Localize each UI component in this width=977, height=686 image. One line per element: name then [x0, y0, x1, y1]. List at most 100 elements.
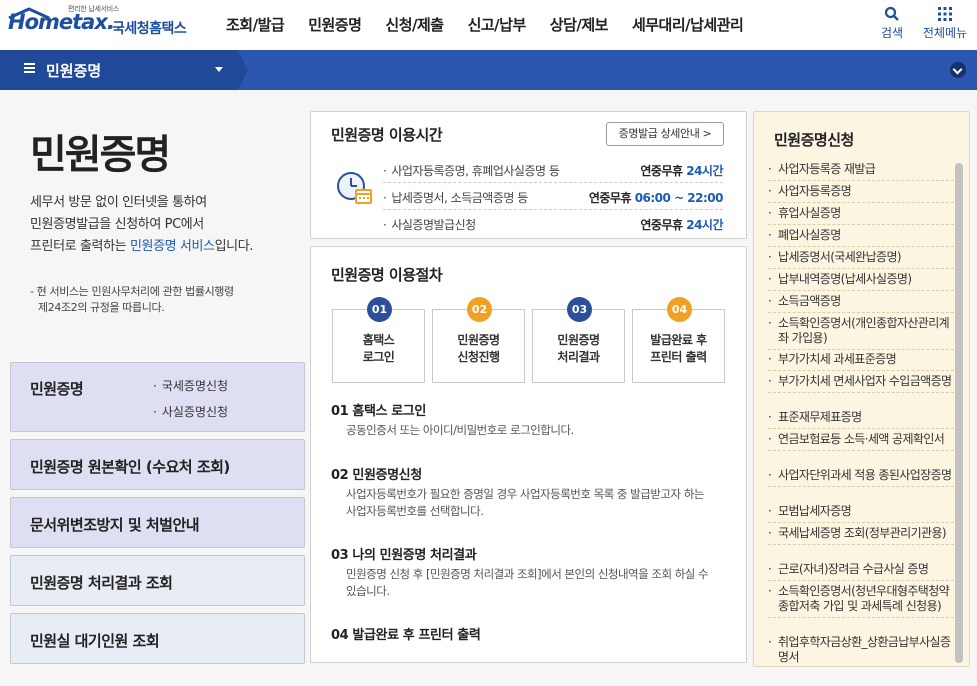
- gnb-item-agent[interactable]: 세무대리/납세관리: [620, 14, 755, 35]
- clock-calendar-icon: [337, 172, 372, 204]
- gnb-item-consult[interactable]: 상담/제보: [538, 14, 620, 35]
- step-label-line: 민원증명: [557, 333, 600, 347]
- procedure-step-description: 공동인증서 또는 아이디/비밀번호로 로그인합니다.: [346, 423, 574, 437]
- step-card: 01 홈택스로그인: [332, 297, 425, 383]
- list-item[interactable]: 사업자등록증 재발급: [768, 162, 954, 181]
- list-item[interactable]: 소득확인증명서(개인종합자산관리계좌 가입용): [768, 316, 954, 350]
- hours-title: 민원증명 이용시간: [331, 126, 443, 144]
- menu-box-original-check-label: 민원증명 원본확인 (수요처 조회): [30, 458, 230, 476]
- hours-row-prefix: 연중무휴: [588, 191, 632, 205]
- procedure-step-heading: 04 발급완료 후 프린터 출력: [331, 628, 481, 643]
- hours-row: 납세증명서, 소득금액증명 등 연중무휴 06:00 ~ 22:00: [383, 186, 724, 210]
- step-card: 02 민원증명 신청진행: [432, 297, 525, 383]
- step-label-line: 민원증명: [457, 333, 500, 347]
- detail-guide-button[interactable]: 증명발급 상세안내 >: [606, 122, 724, 146]
- menu-box-forgery-prevention[interactable]: 문서위변조방지 및 처벌안내: [10, 497, 305, 548]
- list-item[interactable]: 부가가치세 과세표준증명: [768, 352, 954, 371]
- gnb-item-certificate[interactable]: 민원증명: [296, 14, 373, 35]
- menu-box-forgery-prevention-label: 문서위변조방지 및 처벌안내: [30, 516, 200, 534]
- list-item[interactable]: 사업자단위과세 적용 종된사업장증명: [768, 468, 954, 487]
- menu-box-certificate[interactable]: 민원증명 국세증명신청 사실증명신청: [10, 362, 305, 432]
- list-item[interactable]: 표준재무제표증명: [768, 410, 954, 429]
- list-item[interactable]: 부가가치세 면세사업자 수입금액증명: [768, 374, 954, 393]
- hours-row-value: 연중무휴 24시간: [640, 159, 723, 183]
- submenu-fact-cert[interactable]: 사실증명신청: [153, 403, 228, 420]
- step-label-line: 로그인: [362, 350, 395, 364]
- intro-line-1: 세무서 방문 없이 인터넷을 통하여: [30, 195, 207, 210]
- hours-row: 사업자등록증명, 휴폐업사실증명 등 연중무휴 24시간: [383, 159, 723, 183]
- hometax-logo[interactable]: 편리한 납세서비스 Hometax. 국세청홈택스: [8, 4, 193, 46]
- step-card: 04 발급완료 후 프린터 출력: [632, 297, 725, 383]
- all-menu-label: 전체메뉴: [922, 26, 968, 40]
- hours-panel: 민원증명 이용시간 증명발급 상세안내 > 사업자등록증명, 휴폐업사실증명 등…: [310, 111, 747, 239]
- location-dropdown[interactable]: 민원증명: [0, 50, 238, 90]
- intro-text: 세무서 방문 없이 인터넷을 통하여 민원증명발급을 신청하여 PC에서 프린터…: [30, 192, 300, 258]
- step-number-badge: 04: [667, 297, 692, 322]
- gnb-item-inquiry[interactable]: 조회/발급: [214, 14, 296, 35]
- list-item[interactable]: 연금보험료등 소득·세액 공제확인서: [768, 432, 954, 451]
- location-bar: 민원증명: [0, 50, 977, 90]
- page-title: 민원증명: [30, 132, 171, 178]
- step-label: 발급완료 후 프린터 출력: [633, 332, 724, 366]
- hours-row-label: 납세증명서, 소득금액증명 등: [383, 186, 528, 210]
- hours-row-prefix: 연중무휴: [640, 218, 683, 232]
- top-header: 편리한 납세서비스 Hometax. 국세청홈택스 조회/발급 민원증명 신청/…: [0, 0, 977, 50]
- list-scrollbar-thumb[interactable]: [955, 163, 963, 663]
- list-item[interactable]: 납부내역증명(납세사실증명): [768, 272, 954, 291]
- hours-row-prefix: 연중무휴: [640, 164, 683, 178]
- list-item[interactable]: 소득금액증명: [768, 294, 954, 313]
- menu-box-original-check[interactable]: 민원증명 원본확인 (수요처 조회): [10, 439, 305, 490]
- procedure-step-heading: 03 나의 민원증명 처리결과: [331, 548, 477, 563]
- hours-row: 사실증명발급신청 연중무휴 24시간: [383, 213, 723, 237]
- menu-box-result-inquiry[interactable]: 민원증명 처리결과 조회: [10, 555, 305, 606]
- list-item[interactable]: 휴업사실증명: [768, 206, 954, 225]
- intro-line-3-c: 입니다.: [214, 239, 254, 254]
- list-scrollbar[interactable]: [955, 163, 963, 663]
- menu-box-certificate-label: 민원증명: [30, 380, 84, 398]
- search-label: 검색: [880, 26, 904, 40]
- step-label-line: 처리결과: [557, 350, 600, 364]
- list-item[interactable]: 모범납세자증명: [768, 504, 954, 523]
- legal-note: - 현 서비스는 민원사무처리에 관한 법률시행령 제24조2의 규정을 따릅니…: [30, 284, 300, 316]
- all-menu-button[interactable]: 전체메뉴: [920, 6, 970, 41]
- note-line-1: - 현 서비스는 민원사무처리에 관한 법률시행령: [30, 285, 234, 298]
- search-icon: [884, 6, 899, 21]
- step-number-badge: 01: [367, 297, 392, 322]
- logo-subtext: 국세청홈택스: [112, 21, 187, 37]
- breadcrumb-arrow: [238, 50, 248, 90]
- note-line-2: 제24조2의 규정을 따릅니다.: [38, 301, 165, 314]
- step-number-badge: 03: [567, 297, 592, 322]
- intro-line-3-a: 프린터로 출력하는: [30, 239, 130, 254]
- step-label-line: 신청진행: [457, 350, 500, 364]
- hours-row-time: 24시간: [686, 218, 723, 232]
- menu-box-result-inquiry-label: 민원증명 처리결과 조회: [30, 574, 173, 592]
- list-item[interactable]: 사업자등록증명: [768, 184, 954, 203]
- list-item[interactable]: 소득확인증명서(청년우대형주택청약종합저축 가입 및 과세특례 신청용): [768, 584, 954, 618]
- grid-menu-icon: [938, 7, 952, 21]
- gnb-item-application[interactable]: 신청/제출: [373, 14, 455, 35]
- step-card: 03 민원증명처리결과: [532, 297, 625, 383]
- search-button[interactable]: 검색: [867, 6, 917, 41]
- menu-box-waiting[interactable]: 민원실 대기인원 조회: [10, 613, 305, 664]
- step-label: 민원증명신청진행: [433, 332, 524, 366]
- list-item[interactable]: 근로(자녀)장려금 수급사실 증명: [768, 562, 954, 581]
- intro-line-3: 프린터로 출력하는 민원증명 서비스입니다.: [30, 236, 300, 258]
- list-item[interactable]: 국세납세증명 조회(정부관리기관용): [768, 526, 954, 545]
- certificate-list-title: 민원증명신청: [774, 131, 854, 149]
- step-label-line: 홈택스: [362, 333, 395, 347]
- hamburger-icon: [24, 63, 35, 73]
- gnb-item-report[interactable]: 신고/납부: [456, 14, 538, 35]
- step-label-line: 발급완료 후: [650, 333, 707, 347]
- hours-row-value: 연중무휴 24시간: [640, 213, 723, 237]
- submenu-national-tax-cert[interactable]: 국세증명신청: [153, 377, 228, 394]
- hours-row-label: 사실증명발급신청: [383, 213, 476, 237]
- procedure-step-heading: 02 민원증명신청: [331, 468, 422, 483]
- list-item[interactable]: 취업후학자금상환_상환금납부사실증명서: [768, 635, 954, 665]
- logo-text: Hometax.: [8, 10, 115, 34]
- global-nav: 조회/발급 민원증명 신청/제출 신고/납부 상담/제보 세무대리/납세관리: [214, 14, 755, 35]
- hours-row-label: 사업자등록증명, 휴폐업사실증명 등: [383, 159, 560, 183]
- location-title: 민원증명: [46, 62, 102, 80]
- expand-circle-icon[interactable]: [950, 62, 966, 78]
- list-item[interactable]: 납세증명서(국세완납증명): [768, 250, 954, 269]
- list-item[interactable]: 폐업사실증명: [768, 228, 954, 247]
